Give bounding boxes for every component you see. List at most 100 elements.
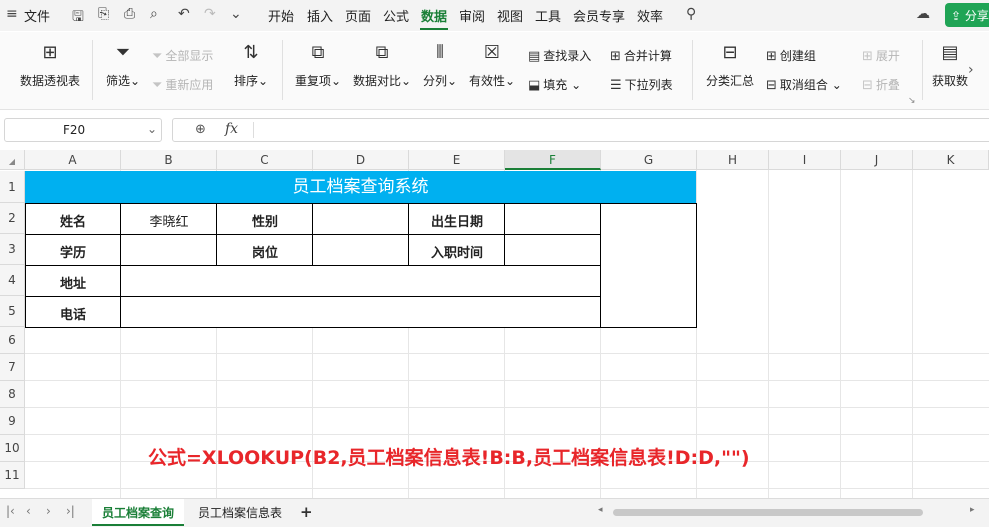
column-header-J[interactable]: J (841, 150, 913, 170)
expand-button[interactable]: ⊞ 展开 (862, 47, 900, 64)
validity-button[interactable]: ☒ 有效性⌄ (467, 42, 517, 89)
sheet-grid[interactable]: ◢ A B C D E F G H I J K 1 2 3 4 5 6 7 8 … (0, 150, 989, 498)
next-sheet-icon[interactable]: › (46, 504, 51, 518)
tab-tools[interactable]: 工具 (535, 6, 561, 25)
gridline (840, 170, 841, 498)
hamburger-icon[interactable]: ≡ (6, 6, 18, 22)
row-header-2[interactable]: 2 (0, 203, 25, 234)
row-header-11[interactable]: 11 (0, 462, 25, 489)
row-header-5[interactable]: 5 (0, 296, 25, 327)
select-all-corner[interactable]: ◢ (0, 150, 25, 170)
tab-insert[interactable]: 插入 (307, 6, 333, 25)
save-icon[interactable]: 🖫 (72, 6, 84, 30)
share-button[interactable]: ⇪ 分享 (945, 3, 989, 27)
column-header-G[interactable]: G (601, 150, 697, 170)
subtotal-label: 分类汇总 (705, 74, 754, 88)
data-compare-button[interactable]: ⧉ 数据对比⌄ (352, 42, 412, 89)
phone-label-cell[interactable]: 电话 (25, 304, 121, 323)
row-header-4[interactable]: 4 (0, 265, 25, 296)
row-header-7[interactable]: 7 (0, 354, 25, 381)
create-group-button[interactable]: ⊞ 创建组 (766, 47, 816, 64)
tab-view[interactable]: 视图 (497, 6, 523, 25)
add-sheet-button[interactable]: + (300, 503, 313, 521)
column-header-E[interactable]: E (409, 150, 505, 170)
scroll-right-icon[interactable]: ▸ (970, 505, 975, 515)
redo-icon[interactable]: ↷ (204, 6, 216, 22)
show-all-button[interactable]: ⏷ 全部显示 (152, 47, 213, 64)
ribbon-scroll-right-icon[interactable]: › (968, 62, 974, 78)
get-data-button[interactable]: ▤ 获取数 (930, 42, 970, 89)
row-header-6[interactable]: 6 (0, 327, 25, 354)
column-header-B[interactable]: B (121, 150, 217, 170)
education-label-cell[interactable]: 学历 (25, 242, 121, 261)
chevron-down-icon[interactable]: ⌄ (230, 6, 242, 22)
fx-icon[interactable]: fx (225, 121, 238, 137)
formula-input[interactable]: ⊕ fx (172, 118, 989, 142)
column-header-A[interactable]: A (25, 150, 121, 170)
row-header-3[interactable]: 3 (0, 234, 25, 265)
undo-icon[interactable]: ↶ (178, 6, 190, 22)
row-header-10[interactable]: 10 (0, 435, 25, 462)
column-header-I[interactable]: I (769, 150, 841, 170)
cloud-icon[interactable]: ☁ (916, 6, 930, 22)
consolidate-button[interactable]: ⊞ 合并计算 (610, 47, 672, 64)
lookup-entry-button[interactable]: ▤ 查找录入 (528, 47, 591, 64)
zoom-icon[interactable]: ⊕ (195, 122, 206, 137)
tab-review[interactable]: 审阅 (459, 6, 485, 25)
form-title[interactable]: 员工档案查询系统 (25, 171, 696, 203)
table-border (25, 265, 601, 266)
fill-button[interactable]: ⬓ 填充 ⌄ (528, 76, 581, 93)
tab-efficiency[interactable]: 效率 (637, 6, 663, 25)
scroll-left-icon[interactable]: ◂ (598, 505, 603, 515)
tab-home[interactable]: 开始 (268, 6, 294, 25)
first-sheet-icon[interactable]: |‹ (6, 504, 15, 518)
last-sheet-icon[interactable]: ›| (66, 504, 75, 518)
gender-label-cell[interactable]: 性别 (217, 211, 313, 230)
collapse-button[interactable]: ⊟ 折叠 (862, 76, 900, 93)
filter-label: 筛选 (105, 74, 130, 88)
sort-button[interactable]: ⇅ 排序⌄ (232, 42, 270, 89)
dropdown-list-button[interactable]: ☰ 下拉列表 (610, 76, 673, 93)
active-tab-indicator (420, 28, 448, 30)
birth-date-label-cell[interactable]: 出生日期 (409, 211, 505, 230)
consolidate-label: 合并计算 (623, 49, 672, 63)
column-header-H[interactable]: H (697, 150, 769, 170)
column-header-C[interactable]: C (217, 150, 313, 170)
prev-sheet-icon[interactable]: ‹ (26, 504, 31, 518)
print-icon[interactable]: ⎙ (124, 6, 135, 22)
address-label-cell[interactable]: 地址 (25, 273, 121, 292)
tab-page[interactable]: 页面 (345, 6, 371, 25)
export-icon[interactable]: ⎘ (98, 6, 109, 22)
row-header-1[interactable]: 1 (0, 171, 25, 203)
sheet-tab-info[interactable]: 员工档案信息表 (188, 499, 292, 526)
subtotal-button[interactable]: ⊟ 分类汇总 (704, 42, 756, 89)
hire-date-label-cell[interactable]: 入职时间 (409, 242, 505, 261)
ungroup-icon: ⊟ (766, 78, 777, 93)
name-value-cell[interactable]: 李晓红 (121, 211, 217, 230)
position-label-cell[interactable]: 岗位 (217, 242, 313, 261)
tab-member[interactable]: 会员专享 (573, 6, 625, 25)
column-header-D[interactable]: D (313, 150, 409, 170)
dialog-launcher-icon[interactable]: ↘ (908, 96, 916, 106)
column-header-F[interactable]: F (505, 150, 601, 170)
duplicates-button[interactable]: ⧉ 重复项⌄ (293, 42, 343, 89)
sheet-tab-query[interactable]: 员工档案查询 (92, 499, 185, 526)
horizontal-scrollbar[interactable] (613, 509, 923, 516)
filter-button[interactable]: ⏷ 筛选⌄ (103, 42, 143, 89)
tab-formula[interactable]: 公式 (383, 6, 409, 25)
pivot-table-button[interactable]: ⊞ 数据透视表 (18, 42, 82, 89)
print-preview-icon[interactable]: ⌕ (150, 6, 158, 22)
reapply-button[interactable]: ⏷ 重新应用 (152, 76, 213, 93)
name-box[interactable]: F20 ⌄ (4, 118, 162, 142)
ungroup-button[interactable]: ⊟ 取消组合 ⌄ (766, 76, 842, 93)
search-icon[interactable]: ⚲ (686, 6, 696, 22)
tab-data[interactable]: 数据 (421, 6, 447, 25)
split-column-button[interactable]: ⫴ 分列⌄ (421, 42, 459, 89)
column-header-K[interactable]: K (913, 150, 989, 170)
row-header-9[interactable]: 9 (0, 408, 25, 435)
reapply-icon: ⏷ (152, 78, 163, 93)
row-header-8[interactable]: 8 (0, 381, 25, 408)
chevron-down-icon[interactable]: ⌄ (147, 122, 157, 136)
name-label-cell[interactable]: 姓名 (25, 211, 121, 230)
menu-file[interactable]: 文件 (24, 6, 50, 25)
